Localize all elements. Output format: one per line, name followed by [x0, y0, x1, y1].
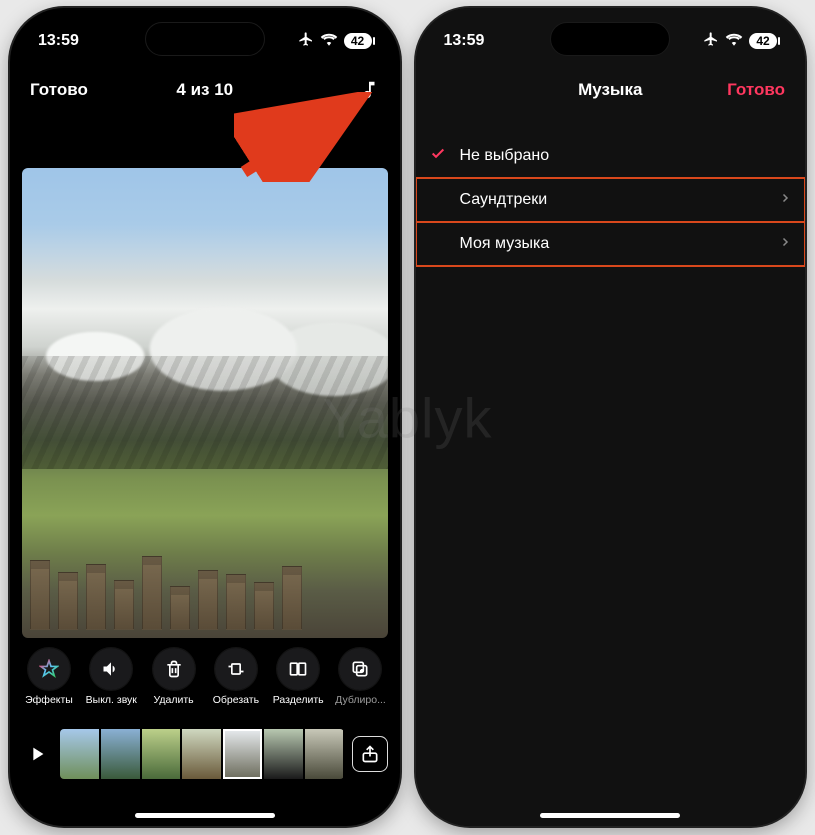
dynamic-island [145, 22, 265, 56]
effects-button[interactable]: Эффекты [22, 648, 76, 706]
checkmark-icon [430, 145, 446, 166]
mute-label: Выкл. звук [86, 694, 137, 706]
chevron-right-icon [779, 191, 791, 209]
battery-indicator: 42 [344, 33, 372, 49]
chevron-right-icon [779, 235, 791, 253]
status-time: 13:59 [38, 32, 79, 50]
row-none-selected[interactable]: Не выбрано [416, 134, 806, 178]
photo-preview[interactable] [22, 168, 388, 638]
wifi-icon [725, 32, 743, 51]
thumb-1[interactable] [60, 729, 99, 779]
timeline-thumbs[interactable] [60, 729, 344, 779]
row-soundtracks[interactable]: Саундтреки [416, 178, 806, 222]
speaker-icon [90, 648, 132, 690]
phone-left: 13:59 42 Готово 4 из 10 [10, 8, 400, 826]
airplane-icon [298, 31, 314, 52]
home-indicator[interactable] [540, 813, 680, 818]
done-button[interactable]: Готово [727, 80, 785, 100]
row-label: Моя музыка [460, 235, 550, 253]
thumb-4[interactable] [182, 729, 221, 779]
page-title: Музыка [578, 80, 642, 100]
home-indicator[interactable] [135, 813, 275, 818]
crop-button[interactable]: Обрезать [209, 648, 263, 706]
thumb-7[interactable] [305, 729, 344, 779]
clip-counter: 4 из 10 [176, 80, 233, 100]
timeline-row [22, 724, 388, 784]
status-time: 13:59 [444, 32, 485, 50]
wifi-icon [320, 32, 338, 51]
edit-toolbar: Эффекты Выкл. звук Удалить Обрезать [22, 648, 388, 706]
thumb-5-selected[interactable] [223, 729, 262, 779]
delete-label: Удалить [154, 694, 194, 706]
effects-label: Эффекты [25, 694, 73, 706]
thumb-6[interactable] [264, 729, 303, 779]
row-my-music[interactable]: Моя музыка [416, 222, 806, 266]
phone-right: 13:59 42 Музыка Готово Не выбрано [416, 8, 806, 826]
music-nav: Музыка Готово [416, 68, 806, 112]
split-button[interactable]: Разделить [271, 648, 325, 706]
crop-label: Обрезать [213, 694, 259, 706]
duplicate-button[interactable]: Дублиро... [333, 648, 387, 706]
thumb-2[interactable] [101, 729, 140, 779]
crop-icon [215, 648, 257, 690]
duplicate-label: Дублиро... [335, 694, 386, 706]
trash-icon [153, 648, 195, 690]
battery-indicator: 42 [749, 33, 777, 49]
music-options-list: Не выбрано Саундтреки Моя музыка [416, 134, 806, 266]
row-label: Не выбрано [460, 147, 550, 165]
music-icon[interactable] [358, 79, 380, 101]
mute-button[interactable]: Выкл. звук [84, 648, 138, 706]
dynamic-island [550, 22, 670, 56]
done-button[interactable]: Готово [30, 80, 88, 100]
star-icon [28, 648, 70, 690]
editor-nav: Готово 4 из 10 [10, 68, 400, 112]
duplicate-icon [339, 648, 381, 690]
split-label: Разделить [273, 694, 324, 706]
delete-button[interactable]: Удалить [147, 648, 201, 706]
play-button[interactable] [22, 739, 52, 769]
airplane-icon [703, 31, 719, 52]
split-icon [277, 648, 319, 690]
row-label: Саундтреки [460, 191, 548, 209]
thumb-3[interactable] [142, 729, 181, 779]
share-button[interactable] [352, 736, 388, 772]
